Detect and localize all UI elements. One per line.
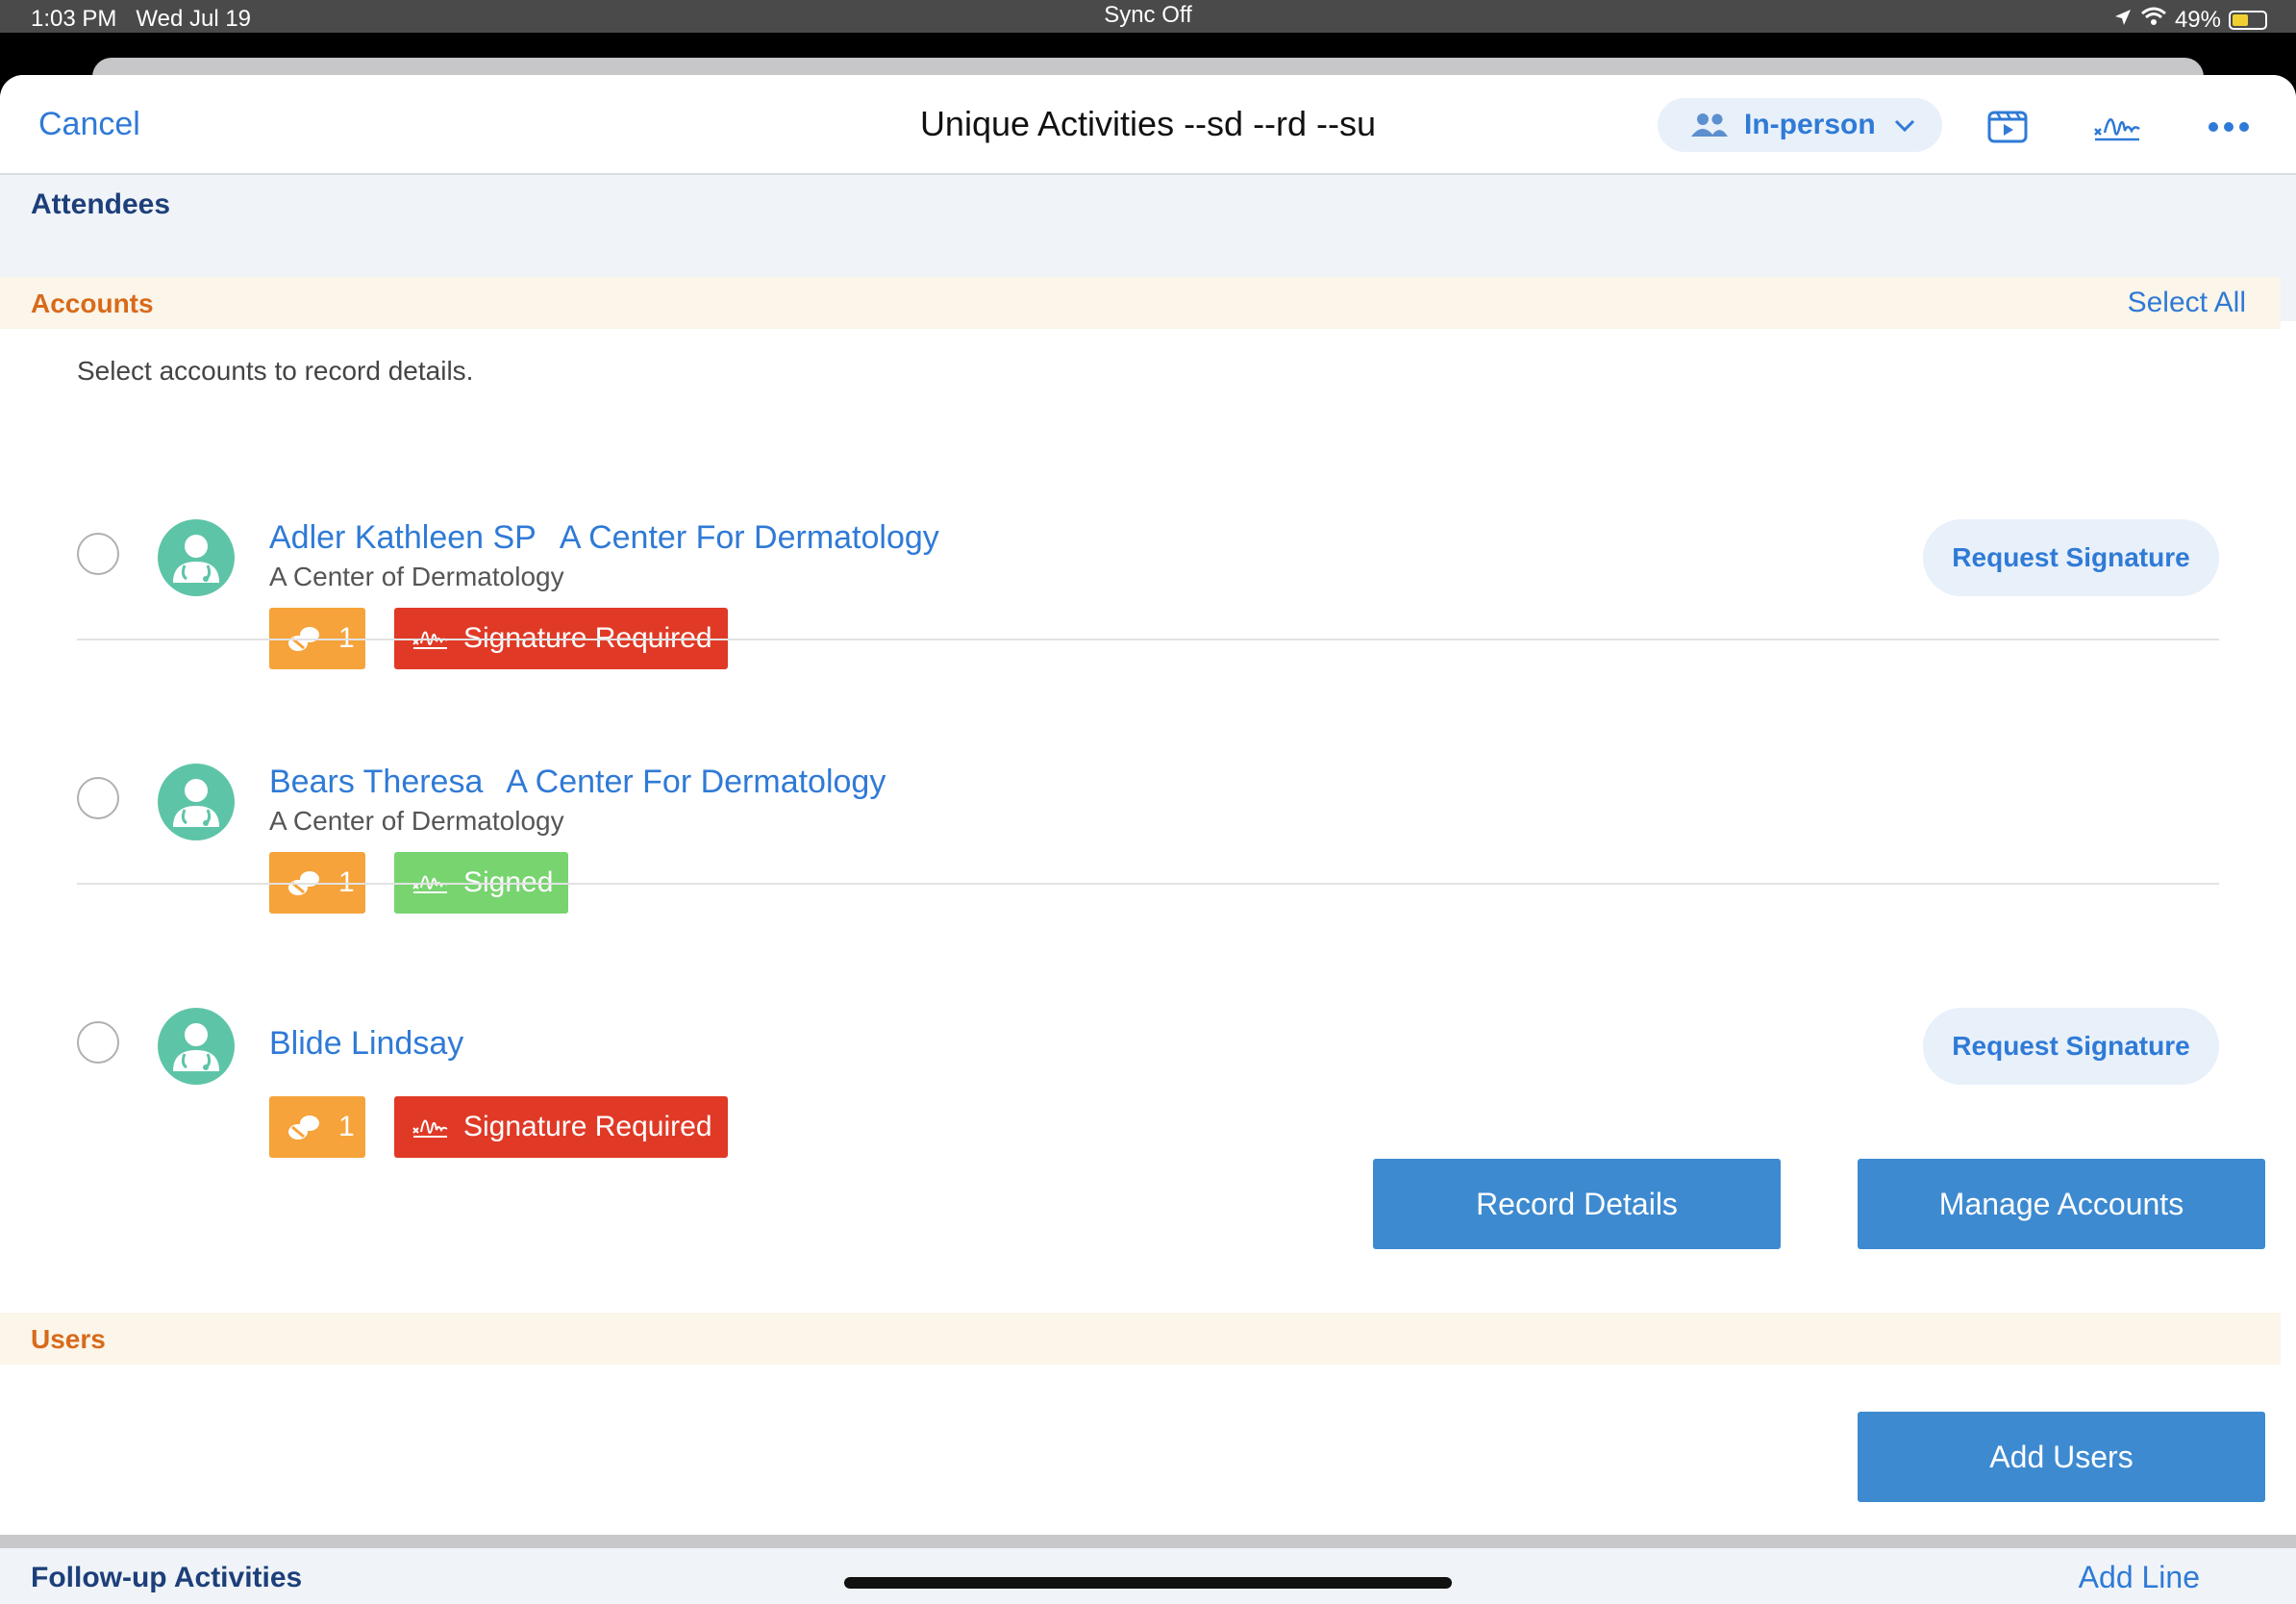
more-icon[interactable] — [2202, 100, 2256, 154]
home-indicator — [844, 1577, 1452, 1589]
add-users-button[interactable]: Add Users — [1858, 1412, 2265, 1502]
users-title: Users — [31, 1324, 106, 1354]
select-all-button[interactable]: Select All — [2128, 287, 2246, 319]
account-organization: A Center of Dermatology — [269, 806, 564, 836]
manage-accounts-button[interactable]: Manage Accounts — [1858, 1159, 2265, 1249]
product-count-badge: 1 — [269, 1096, 365, 1158]
doctor-avatar-icon — [158, 1008, 235, 1085]
account-row: Bears Theresa A Center For Dermatology A … — [77, 685, 2219, 914]
status-indicators: 49% — [2113, 6, 2267, 34]
accounts-header: Accounts Select All — [0, 277, 2281, 329]
doctor-avatar-icon — [158, 764, 235, 840]
nav-bar: Cancel Unique Activities --sd --rd --su … — [0, 75, 2296, 175]
pills-icon — [287, 1112, 325, 1142]
signature-icon[interactable] — [2090, 100, 2144, 154]
users-header: Users — [0, 1313, 2281, 1365]
request-signature-button[interactable]: Request Signature — [1923, 519, 2219, 596]
section-divider — [0, 1535, 2296, 1548]
row-divider — [77, 883, 2219, 885]
account-radio[interactable] — [77, 533, 119, 575]
record-details-button[interactable]: Record Details — [1373, 1159, 1781, 1249]
page-title: Unique Activities --sd --rd --su — [919, 104, 1377, 143]
row-divider — [77, 639, 2219, 640]
battery-icon — [2229, 10, 2267, 30]
chevron-down-icon — [1893, 109, 1916, 141]
activity-sheet: Cancel Unique Activities --sd --rd --su … — [0, 75, 2296, 1604]
account-radio[interactable] — [77, 777, 119, 819]
status-bar: 1:03 PM Wed Jul 19 Sync Off 49% — [0, 0, 2296, 33]
followup-section: Follow-up Activities Add Line — [0, 1548, 2296, 1604]
accounts-title: Accounts — [31, 288, 154, 318]
signature-icon — [412, 1113, 450, 1141]
account-name-link[interactable]: Blide Lindsay — [269, 1025, 463, 1063]
wifi-icon — [2140, 6, 2167, 34]
account-name-link[interactable]: Bears Theresa A Center For Dermatology — [269, 764, 886, 801]
people-icon — [1690, 112, 1729, 138]
mode-dropdown[interactable]: In-person — [1658, 98, 1942, 152]
mode-label: In-person — [1744, 109, 1876, 140]
account-row: Adler Kathleen SP A Center For Dermatolog… — [77, 440, 2219, 669]
signature-status-badge: Signature Required — [394, 1096, 728, 1158]
account-row: Blide Lindsay 1 Signature Required Reque… — [77, 929, 2219, 1158]
accounts-hint: Select accounts to record details. — [77, 356, 474, 386]
account-radio[interactable] — [77, 1021, 119, 1064]
followup-title: Follow-up Activities — [31, 1562, 303, 1593]
location-icon — [2113, 7, 2133, 34]
request-signature-button[interactable]: Request Signature — [1923, 1008, 2219, 1085]
media-icon[interactable] — [1981, 100, 2034, 154]
doctor-avatar-icon — [158, 519, 235, 596]
battery-percent: 49% — [2174, 6, 2221, 33]
account-organization: A Center of Dermatology — [269, 562, 564, 591]
attendees-title: Attendees — [31, 188, 171, 220]
add-line-button[interactable]: Add Line — [2079, 1560, 2200, 1595]
sync-status: Sync Off — [1104, 2, 1192, 28]
account-name-link[interactable]: Adler Kathleen SP A Center For Dermatolog… — [269, 519, 939, 557]
